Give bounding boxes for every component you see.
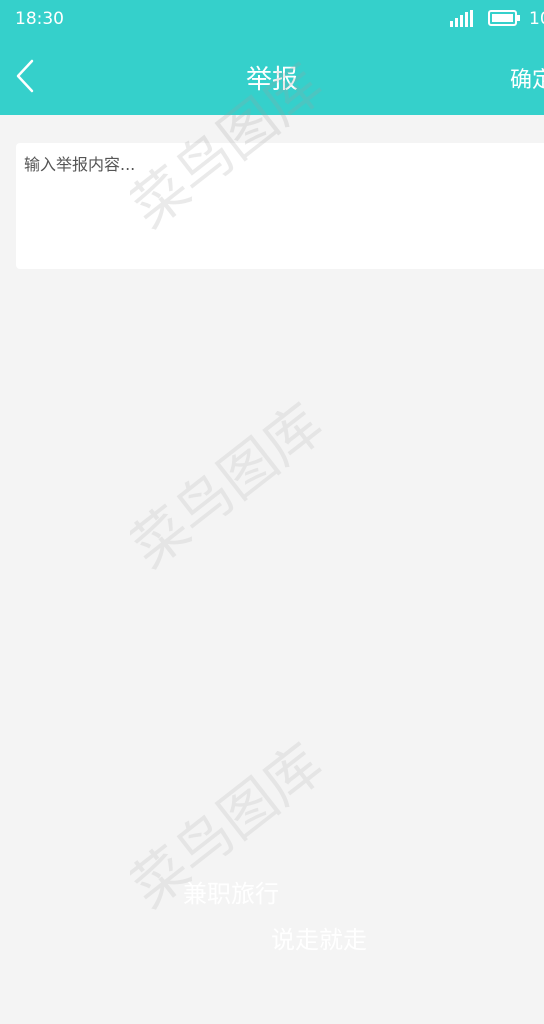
report-content-input[interactable] <box>16 143 544 269</box>
watermark-3: 菜鸟图库 <box>130 732 335 921</box>
battery-level: 10 <box>529 9 544 29</box>
status-time: 18:30 <box>15 9 64 29</box>
slogan-line-1: 兼职旅行 <box>183 880 279 908</box>
svg-text:菜鸟图库: 菜鸟图库 <box>130 392 335 581</box>
confirm-button[interactable]: 确定 <box>510 62 544 94</box>
app-header: 18:30 10 举报 确定 <box>0 0 544 115</box>
battery-icon <box>488 10 520 26</box>
report-card <box>16 143 544 269</box>
watermark-2: 菜鸟图库 <box>130 392 335 581</box>
page-title: 举报 <box>245 65 298 95</box>
signal-icon <box>450 10 473 27</box>
slogan-line-2: 说走就走 <box>271 926 367 954</box>
